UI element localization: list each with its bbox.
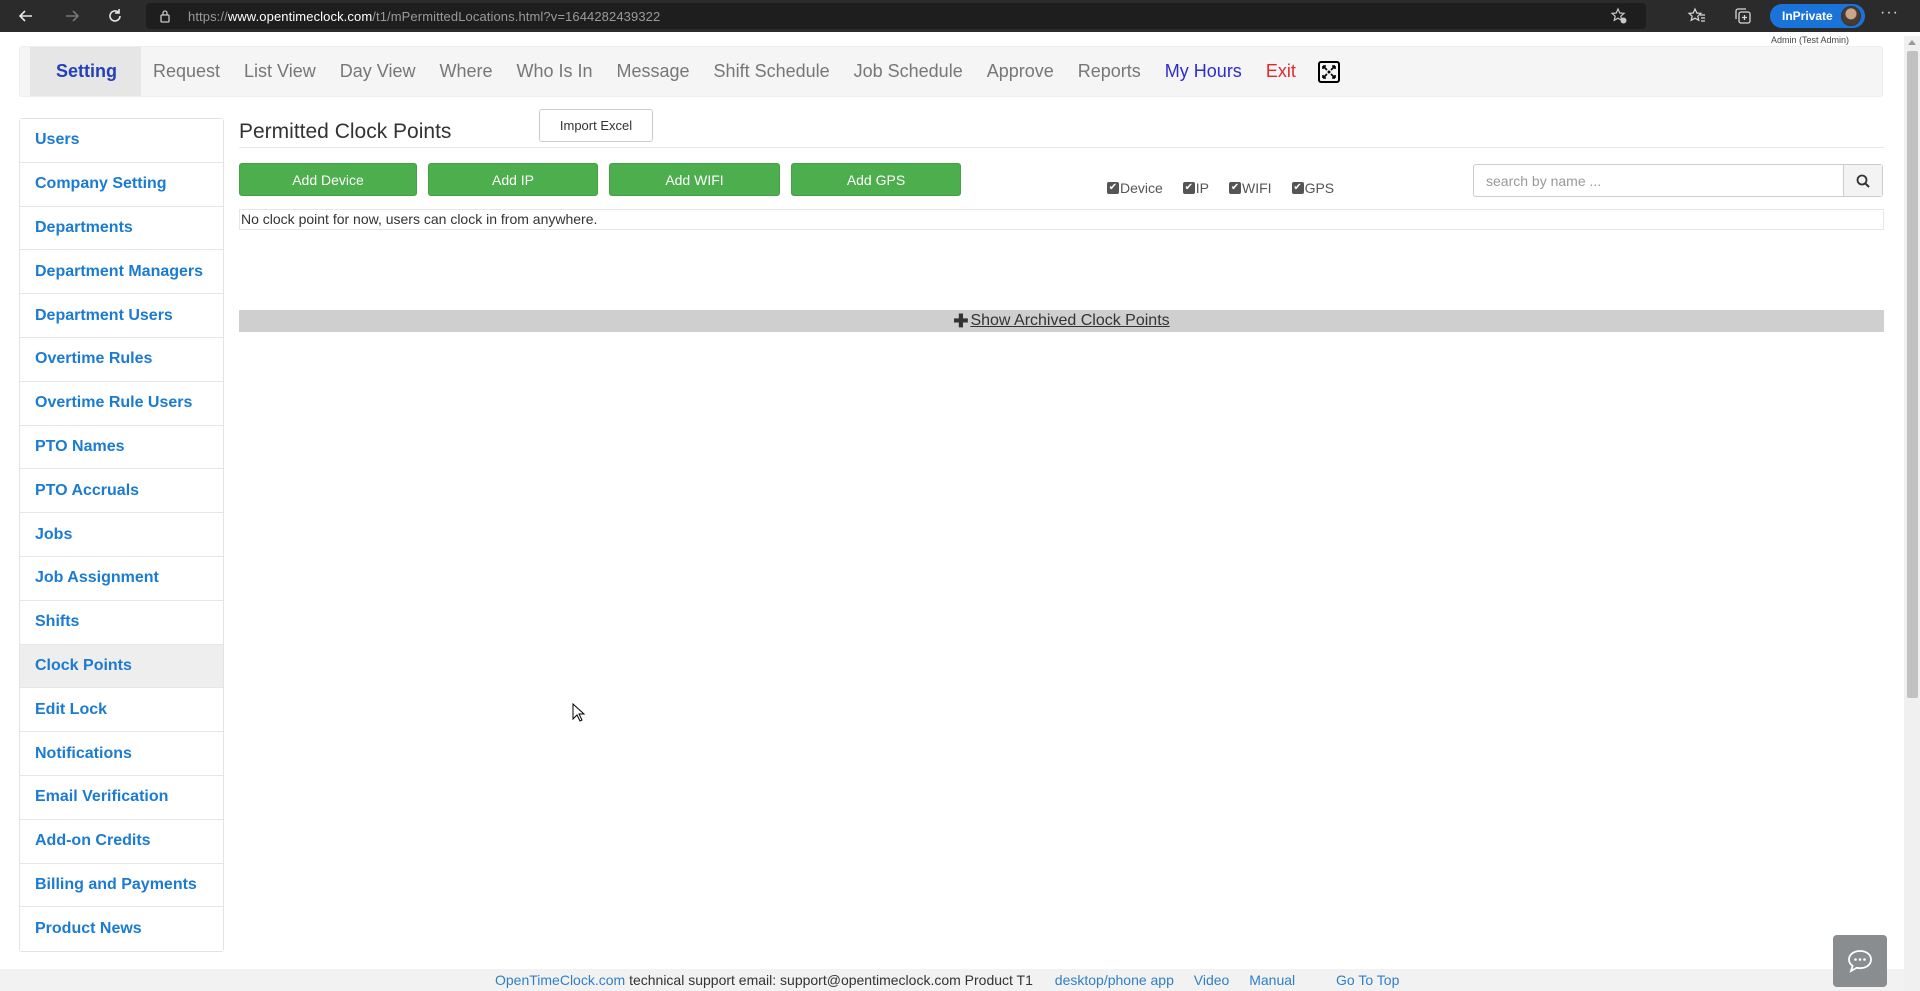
sidebar-item-add-on-credits[interactable]: Add-on Credits [20,819,223,864]
sidebar-item-shifts[interactable]: Shifts [20,600,223,645]
filter-device[interactable]: ✔ Device [1107,180,1163,196]
nav-exit[interactable]: Exit [1254,47,1308,96]
empty-state-message: No clock point for now, users can clock … [239,209,1884,230]
inprivate-label: InPrivate [1782,9,1833,23]
admin-user-label: Admin (Test Admin) [1771,35,1850,45]
nav-my-hours[interactable]: My Hours [1153,47,1254,96]
import-excel-button[interactable]: Import Excel [539,109,653,142]
back-button[interactable] [8,0,44,32]
search-box [1473,164,1883,197]
refresh-icon [109,9,121,22]
refresh-button[interactable] [97,0,133,32]
checkbox-checked-icon[interactable]: ✔ [1291,182,1304,194]
filter-device-label: Device [1120,180,1163,196]
nav-day-view[interactable]: Day View [328,47,428,96]
sidebar-item-notifications[interactable]: Notifications [20,732,223,776]
more-menu-icon[interactable]: ··· [1880,4,1899,22]
nav-shift-schedule[interactable]: Shift Schedule [702,47,842,96]
footer-brand-link[interactable]: OpenTimeClock.com [495,972,625,988]
chat-button[interactable] [1833,935,1887,987]
title-divider [239,147,1884,148]
page-title: Permitted Clock Points [239,120,452,143]
add-wifi-button[interactable]: Add WIFI [609,163,780,196]
fullscreen-icon [1322,64,1336,79]
nav-message[interactable]: Message [605,47,702,96]
show-archived-toggle[interactable]: ✚ Show Archived Clock Points [239,310,1884,332]
settings-sidebar: Users Company Setting Departments Depart… [19,118,224,953]
filter-gps-label: GPS [1304,180,1335,196]
mouse-cursor-icon [572,703,586,722]
scrollbar-thumb[interactable] [1907,51,1918,698]
favorites-icon[interactable] [1687,6,1707,26]
page-scrollbar[interactable] [1904,36,1920,991]
inprivate-badge[interactable]: InPrivate [1770,4,1865,28]
nav-list-view[interactable]: List View [232,47,328,96]
filter-wifi[interactable]: ✔ WIFI [1229,180,1272,196]
sidebar-item-pto-accruals[interactable]: PTO Accruals [20,469,223,514]
sidebar-item-email-verification[interactable]: Email Verification [20,775,223,820]
chat-bubble-icon [1848,950,1872,973]
sidebar-item-job-assignment[interactable]: Job Assignment [20,556,223,601]
checkbox-checked-icon[interactable]: ✔ [1107,182,1119,194]
filter-ip-label: IP [1195,180,1210,196]
add-gps-button[interactable]: Add GPS [791,163,961,196]
sidebar-item-users[interactable]: Users [20,119,223,163]
sidebar-item-edit-lock[interactable]: Edit Lock [20,688,223,733]
sidebar-item-departments[interactable]: Departments [20,206,223,251]
sidebar-item-product-news[interactable]: Product News [20,907,223,952]
sidebar-item-company-setting[interactable]: Company Setting [20,162,223,207]
collections-icon[interactable] [1733,6,1753,26]
nav-job-schedule[interactable]: Job Schedule [842,47,975,96]
nav-setting[interactable]: Setting [30,47,141,96]
nav-where[interactable]: Where [427,47,504,96]
nav-request[interactable]: Request [141,47,232,96]
footer-manual-link[interactable]: Manual [1249,972,1295,988]
arrow-right-icon [66,10,80,22]
lock-icon [160,10,170,23]
address-bar[interactable]: https://www.opentimeclock.com/t1/mPermit… [146,3,1646,29]
forward-button[interactable] [54,0,90,32]
footer-support-text: technical support email: support@opentim… [625,972,1033,988]
filter-wifi-label: WIFI [1242,180,1272,196]
nav-approve[interactable]: Approve [975,47,1066,96]
checkbox-checked-icon[interactable]: ✔ [1182,182,1195,194]
footer-app-link[interactable]: desktop/phone app [1055,972,1174,988]
sidebar-item-billing-and-payments[interactable]: Billing and Payments [20,863,223,908]
scroll-up-arrow-icon[interactable] [1908,40,1916,45]
sidebar-item-pto-names[interactable]: PTO Names [20,425,223,470]
sidebar-item-clock-points[interactable]: Clock Points [20,644,223,689]
search-icon [1856,174,1870,188]
add-ip-button[interactable]: Add IP [428,163,598,196]
sidebar-item-department-users[interactable]: Department Users [20,294,223,338]
add-device-button[interactable]: Add Device [239,163,417,196]
sidebar-item-overtime-rule-users[interactable]: Overtime Rule Users [20,381,223,426]
footer-video-link[interactable]: Video [1194,972,1230,988]
url-text: https://www.opentimeclock.com/t1/mPermit… [188,8,661,24]
filter-ip[interactable]: ✔ IP [1182,180,1210,196]
plus-icon: ✚ [953,310,969,331]
show-archived-label: Show Archived Clock Points [970,312,1170,329]
footer-go-to-top-link[interactable]: Go To Top [1336,972,1399,988]
profile-avatar [1841,6,1861,26]
filter-gps[interactable]: ✔ GPS [1291,180,1335,196]
type-filters: ✔ Device ✔ IP ✔ WIFI ✔ GPS [1107,180,1354,196]
add-favorite-icon[interactable] [1610,7,1628,25]
arrow-left-icon [18,10,32,22]
top-navigation: Setting Request List View Day View Where… [19,46,1883,97]
sidebar-item-overtime-rules[interactable]: Overtime Rules [20,337,223,382]
checkbox-checked-icon[interactable]: ✔ [1229,182,1242,194]
nav-who-is-in[interactable]: Who Is In [504,47,604,96]
sidebar-item-jobs[interactable]: Jobs [20,513,223,557]
browser-toolbar: https://www.opentimeclock.com/t1/mPermit… [0,0,1920,32]
page-footer: OpenTimeClock.com technical support emai… [0,969,1920,991]
sidebar-item-department-managers[interactable]: Department Managers [20,250,223,295]
search-button[interactable] [1843,165,1882,196]
search-input[interactable] [1474,165,1843,196]
fullscreen-toggle[interactable] [1317,60,1340,83]
nav-reports[interactable]: Reports [1066,47,1153,96]
